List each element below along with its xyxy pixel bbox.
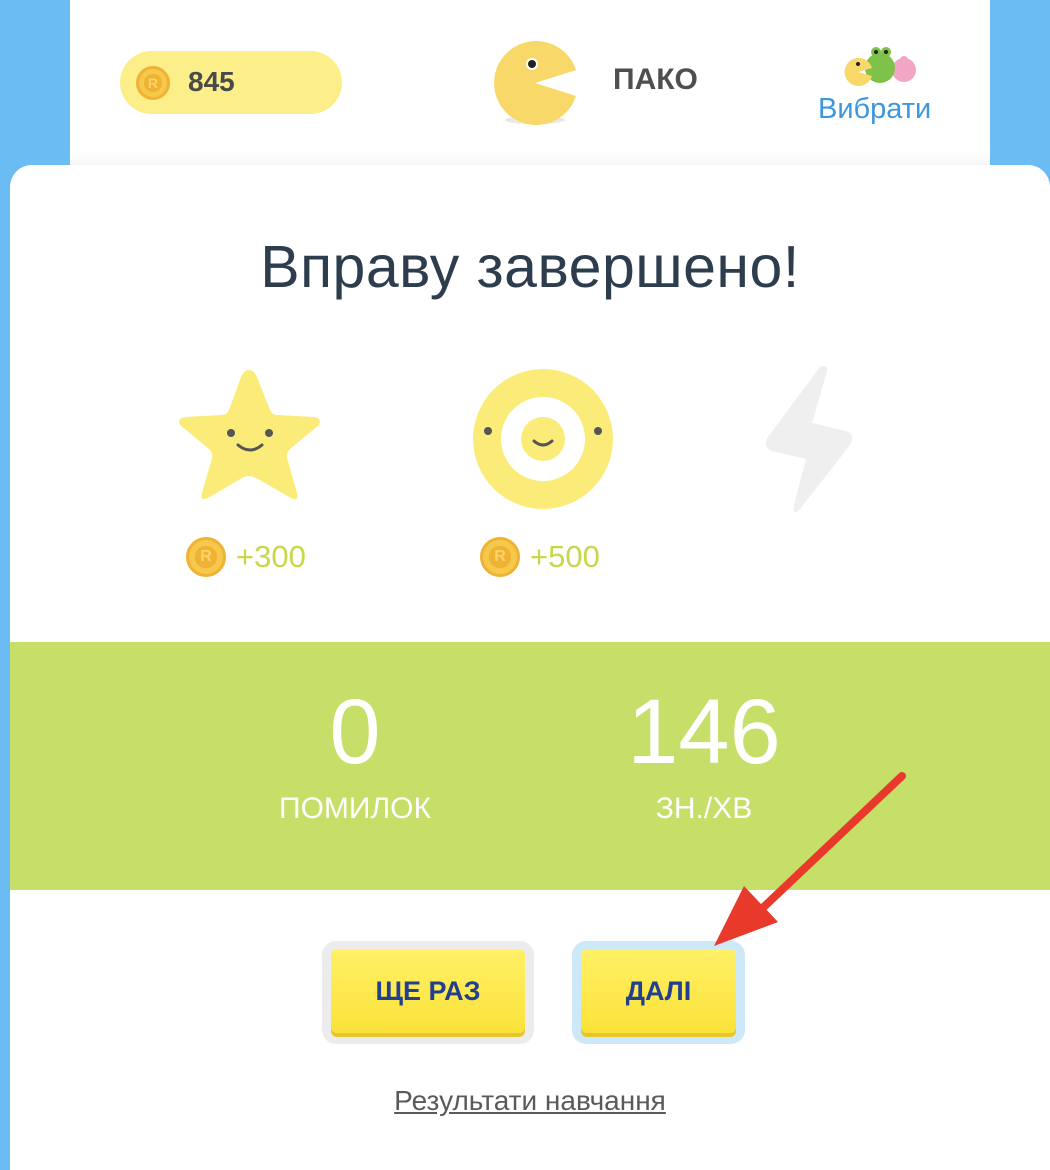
coin-count: 845 — [188, 66, 235, 97]
smiling-star-icon — [179, 370, 320, 500]
target-ring-icon — [473, 369, 613, 509]
star-reward: R +300 — [186, 537, 306, 577]
coin-icon: R — [480, 537, 520, 577]
choose-character-link[interactable]: Вибрати — [818, 93, 931, 126]
errors-count: 0 — [329, 681, 381, 783]
pacman-avatar-icon — [494, 41, 576, 126]
target-reward: R +500 — [480, 537, 600, 577]
annotation-arrow-icon — [714, 772, 906, 946]
coin-balance: R 845 — [120, 51, 342, 114]
coin-icon: R — [186, 537, 226, 577]
retry-button[interactable]: ЩЕ РАЗ — [331, 949, 525, 1033]
star-reward-amount: +300 — [236, 539, 306, 574]
page-title: Вправу завершено! — [260, 234, 800, 300]
retry-button-frame: ЩЕ РАЗ — [322, 941, 534, 1044]
errors-label: ПОМИЛОК — [279, 792, 431, 825]
coin-icon: R — [136, 66, 170, 100]
character-name: ПАКО — [613, 63, 698, 96]
characters-group-icon[interactable] — [840, 44, 920, 88]
target-reward-amount: +500 — [530, 539, 600, 574]
lightning-bolt-icon — [765, 366, 853, 513]
result-card: Вправу завершено! R +300 R +500 0 ПОМИЛО… — [10, 165, 1050, 1170]
learning-results-link[interactable]: Результати навчання — [10, 1085, 1050, 1117]
